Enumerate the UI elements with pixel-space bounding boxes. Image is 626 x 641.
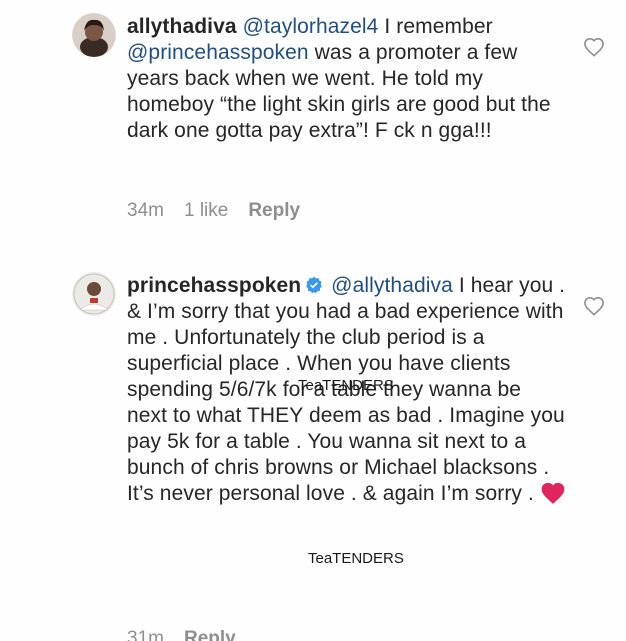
verified-badge-icon <box>305 275 323 294</box>
comment-meta: 31m Reply <box>127 628 236 641</box>
reply-button[interactable]: Reply <box>184 628 236 641</box>
mention-link[interactable]: @taylorhazel4 <box>243 15 379 38</box>
username[interactable]: allythadiva <box>127 15 237 38</box>
reply-button[interactable]: Reply <box>248 200 300 222</box>
username[interactable]: princehasspoken <box>127 274 301 297</box>
heart-outline-icon[interactable] <box>583 296 605 316</box>
like-count[interactable]: 1 like <box>184 200 228 222</box>
heart-outline-icon[interactable] <box>583 37 605 57</box>
avatar[interactable] <box>72 13 116 57</box>
mention-link[interactable]: @allythadiva <box>331 274 453 297</box>
comment-allythadiva: allythadiva @taylorhazel4 I remember @pr… <box>0 0 626 240</box>
timestamp: 31m <box>127 628 164 641</box>
mention-link[interactable]: @princehasspoken <box>127 41 309 64</box>
avatar[interactable] <box>72 272 116 316</box>
comment-text: allythadiva @taylorhazel4 I remember @pr… <box>127 14 567 144</box>
comment-text: princehasspoken @allythadiva I hear you … <box>127 273 567 507</box>
timestamp: 34m <box>127 200 164 221</box>
comment-body: I hear you . & I’m sorry that you had a … <box>127 274 566 505</box>
red-heart-emoji <box>540 481 566 505</box>
comment-meta: 34m 1 like Reply <box>127 200 300 222</box>
comments-screenshot: allythadiva @taylorhazel4 I remember @pr… <box>0 0 626 641</box>
comment-princehasspoken: princehasspoken @allythadiva I hear you … <box>0 260 626 641</box>
comment-body: I remember <box>378 15 493 38</box>
